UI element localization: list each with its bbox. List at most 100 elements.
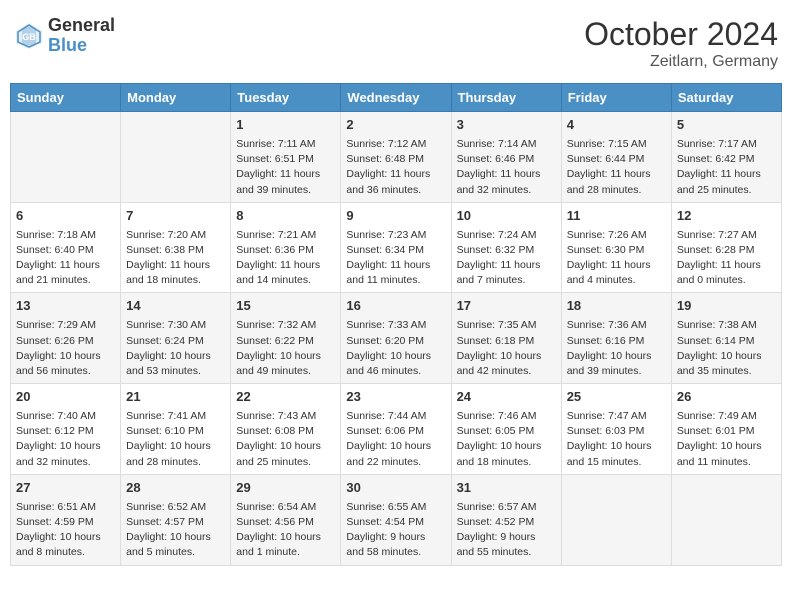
cell-content-line: Sunrise: 7:41 AM xyxy=(126,409,225,424)
cell-content-line: Sunset: 6:03 PM xyxy=(567,424,666,439)
calendar-cell: 4Sunrise: 7:15 AMSunset: 6:44 PMDaylight… xyxy=(561,112,671,203)
day-number: 15 xyxy=(236,297,335,316)
calendar-cell: 11Sunrise: 7:26 AMSunset: 6:30 PMDayligh… xyxy=(561,202,671,293)
day-number: 22 xyxy=(236,388,335,407)
day-number: 3 xyxy=(457,116,556,135)
day-number: 6 xyxy=(16,207,115,226)
cell-content-line: Sunrise: 7:49 AM xyxy=(677,409,776,424)
cell-content-line: Daylight: 10 hours and 15 minutes. xyxy=(567,439,666,469)
cell-content-line: Daylight: 11 hours and 25 minutes. xyxy=(677,167,776,197)
cell-content-line: Sunset: 6:22 PM xyxy=(236,334,335,349)
day-number: 9 xyxy=(346,207,445,226)
cell-content-line: Daylight: 10 hours and 42 minutes. xyxy=(457,349,556,379)
calendar-cell: 8Sunrise: 7:21 AMSunset: 6:36 PMDaylight… xyxy=(231,202,341,293)
day-number: 24 xyxy=(457,388,556,407)
calendar-cell: 7Sunrise: 7:20 AMSunset: 6:38 PMDaylight… xyxy=(121,202,231,293)
calendar-cell xyxy=(671,474,781,565)
weekday-header-thursday: Thursday xyxy=(451,84,561,112)
page-header: GB General Blue October 2024 Zeitlarn, G… xyxy=(10,10,782,77)
calendar-cell: 19Sunrise: 7:38 AMSunset: 6:14 PMDayligh… xyxy=(671,293,781,384)
cell-content-line: Daylight: 10 hours and 8 minutes. xyxy=(16,530,115,560)
logo: GB General Blue xyxy=(14,16,115,56)
calendar-cell: 24Sunrise: 7:46 AMSunset: 6:05 PMDayligh… xyxy=(451,384,561,475)
day-number: 26 xyxy=(677,388,776,407)
calendar-cell: 5Sunrise: 7:17 AMSunset: 6:42 PMDaylight… xyxy=(671,112,781,203)
logo-icon: GB xyxy=(14,21,44,51)
cell-content-line: Sunset: 4:59 PM xyxy=(16,515,115,530)
cell-content-line: Sunrise: 7:47 AM xyxy=(567,409,666,424)
cell-content-line: Sunrise: 7:33 AM xyxy=(346,318,445,333)
day-number: 20 xyxy=(16,388,115,407)
cell-content-line: Sunset: 6:05 PM xyxy=(457,424,556,439)
cell-content-line: Sunset: 6:24 PM xyxy=(126,334,225,349)
cell-content-line: Sunrise: 7:26 AM xyxy=(567,228,666,243)
calendar-cell: 25Sunrise: 7:47 AMSunset: 6:03 PMDayligh… xyxy=(561,384,671,475)
calendar-cell: 27Sunrise: 6:51 AMSunset: 4:59 PMDayligh… xyxy=(11,474,121,565)
cell-content-line: Sunrise: 7:29 AM xyxy=(16,318,115,333)
cell-content-line: Sunset: 6:38 PM xyxy=(126,243,225,258)
cell-content-line: Sunrise: 7:43 AM xyxy=(236,409,335,424)
calendar-cell: 16Sunrise: 7:33 AMSunset: 6:20 PMDayligh… xyxy=(341,293,451,384)
day-number: 17 xyxy=(457,297,556,316)
cell-content-line: Sunset: 4:57 PM xyxy=(126,515,225,530)
calendar-cell: 12Sunrise: 7:27 AMSunset: 6:28 PMDayligh… xyxy=(671,202,781,293)
cell-content-line: Sunset: 6:51 PM xyxy=(236,152,335,167)
cell-content-line: Sunrise: 7:38 AM xyxy=(677,318,776,333)
calendar-cell: 31Sunrise: 6:57 AMSunset: 4:52 PMDayligh… xyxy=(451,474,561,565)
cell-content-line: Daylight: 11 hours and 4 minutes. xyxy=(567,258,666,288)
cell-content-line: Sunset: 6:14 PM xyxy=(677,334,776,349)
calendar-cell: 9Sunrise: 7:23 AMSunset: 6:34 PMDaylight… xyxy=(341,202,451,293)
cell-content-line: Sunset: 4:52 PM xyxy=(457,515,556,530)
calendar-cell xyxy=(121,112,231,203)
day-number: 18 xyxy=(567,297,666,316)
calendar-cell: 2Sunrise: 7:12 AMSunset: 6:48 PMDaylight… xyxy=(341,112,451,203)
weekday-header-sunday: Sunday xyxy=(11,84,121,112)
cell-content-line: Sunrise: 7:20 AM xyxy=(126,228,225,243)
cell-content-line: Sunset: 6:26 PM xyxy=(16,334,115,349)
cell-content-line: Daylight: 11 hours and 0 minutes. xyxy=(677,258,776,288)
cell-content-line: Sunset: 6:44 PM xyxy=(567,152,666,167)
cell-content-line: Daylight: 10 hours and 32 minutes. xyxy=(16,439,115,469)
calendar-cell: 14Sunrise: 7:30 AMSunset: 6:24 PMDayligh… xyxy=(121,293,231,384)
calendar-cell: 18Sunrise: 7:36 AMSunset: 6:16 PMDayligh… xyxy=(561,293,671,384)
calendar-cell: 26Sunrise: 7:49 AMSunset: 6:01 PMDayligh… xyxy=(671,384,781,475)
cell-content-line: Sunset: 6:18 PM xyxy=(457,334,556,349)
cell-content-line: Sunset: 6:28 PM xyxy=(677,243,776,258)
calendar-cell: 20Sunrise: 7:40 AMSunset: 6:12 PMDayligh… xyxy=(11,384,121,475)
calendar-cell: 10Sunrise: 7:24 AMSunset: 6:32 PMDayligh… xyxy=(451,202,561,293)
day-number: 12 xyxy=(677,207,776,226)
cell-content-line: Sunrise: 7:36 AM xyxy=(567,318,666,333)
cell-content-line: Daylight: 10 hours and 22 minutes. xyxy=(346,439,445,469)
location-title: Zeitlarn, Germany xyxy=(584,53,778,71)
cell-content-line: Sunrise: 6:54 AM xyxy=(236,500,335,515)
calendar-week-row: 6Sunrise: 7:18 AMSunset: 6:40 PMDaylight… xyxy=(11,202,782,293)
day-number: 16 xyxy=(346,297,445,316)
logo-general-text: General xyxy=(48,15,115,35)
cell-content-line: Daylight: 11 hours and 14 minutes. xyxy=(236,258,335,288)
weekday-header-row: SundayMondayTuesdayWednesdayThursdayFrid… xyxy=(11,84,782,112)
cell-content-line: Sunset: 6:06 PM xyxy=(346,424,445,439)
cell-content-line: Daylight: 10 hours and 25 minutes. xyxy=(236,439,335,469)
cell-content-line: Sunrise: 6:57 AM xyxy=(457,500,556,515)
cell-content-line: Sunset: 4:54 PM xyxy=(346,515,445,530)
cell-content-line: Daylight: 10 hours and 18 minutes. xyxy=(457,439,556,469)
cell-content-line: Sunrise: 6:55 AM xyxy=(346,500,445,515)
cell-content-line: Daylight: 9 hours and 58 minutes. xyxy=(346,530,445,560)
day-number: 4 xyxy=(567,116,666,135)
calendar-cell: 21Sunrise: 7:41 AMSunset: 6:10 PMDayligh… xyxy=(121,384,231,475)
cell-content-line: Sunset: 4:56 PM xyxy=(236,515,335,530)
cell-content-line: Sunrise: 7:12 AM xyxy=(346,137,445,152)
cell-content-line: Daylight: 11 hours and 7 minutes. xyxy=(457,258,556,288)
cell-content-line: Sunrise: 6:51 AM xyxy=(16,500,115,515)
cell-content-line: Sunrise: 7:44 AM xyxy=(346,409,445,424)
cell-content-line: Daylight: 11 hours and 39 minutes. xyxy=(236,167,335,197)
calendar-cell: 29Sunrise: 6:54 AMSunset: 4:56 PMDayligh… xyxy=(231,474,341,565)
calendar-cell: 13Sunrise: 7:29 AMSunset: 6:26 PMDayligh… xyxy=(11,293,121,384)
day-number: 23 xyxy=(346,388,445,407)
cell-content-line: Sunrise: 7:35 AM xyxy=(457,318,556,333)
cell-content-line: Sunset: 6:08 PM xyxy=(236,424,335,439)
day-number: 31 xyxy=(457,479,556,498)
day-number: 7 xyxy=(126,207,225,226)
cell-content-line: Daylight: 10 hours and 11 minutes. xyxy=(677,439,776,469)
cell-content-line: Sunset: 6:32 PM xyxy=(457,243,556,258)
